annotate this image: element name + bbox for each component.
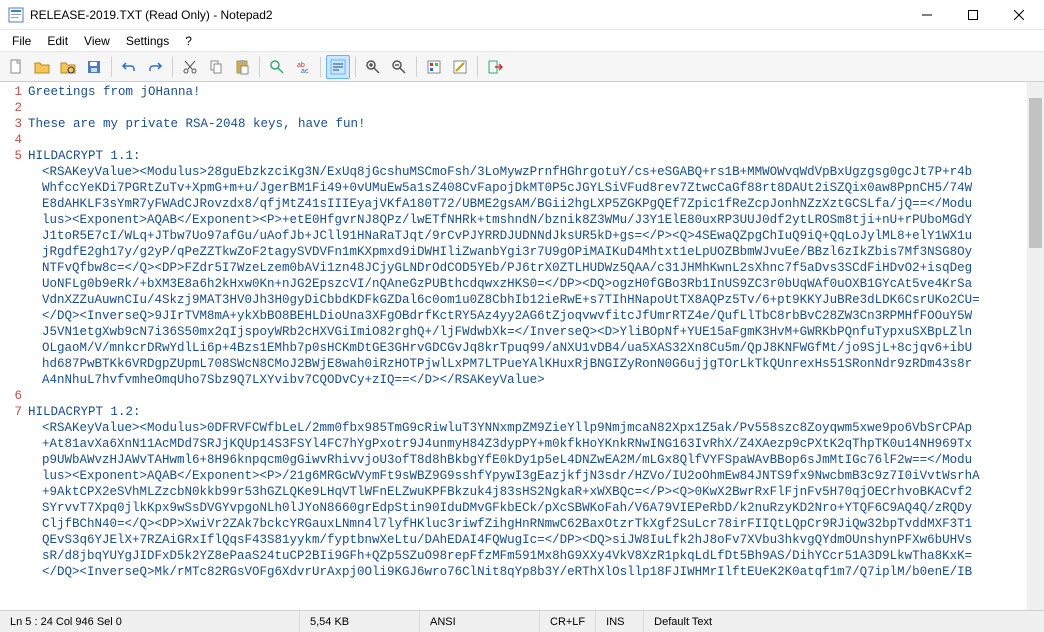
scheme-button[interactable] [422,55,446,79]
menu-file[interactable]: File [4,32,39,50]
status-overwrite[interactable]: INS [596,611,644,632]
separator [320,57,321,77]
text-line[interactable]: sR/d8jbqYUYgJIDFxD5k2YZ8ePaaS24tuCP2BIi9… [28,548,1044,564]
status-filesize: 5,54 KB [300,611,420,632]
replace-button[interactable]: abac [291,55,315,79]
text-line[interactable]: </DQ><InverseQ>Mk/rMTc82RGsVOFg6XdvrUrAx… [28,564,1044,580]
text-line[interactable]: QEvS3q6YJElX+7RZAiGRxIflQqsF43S81yykm/fy… [28,532,1044,548]
exit-button[interactable] [483,55,507,79]
text-line[interactable]: A4nNhuL7hvfvmheOmqUho7Sbz9Q7LXYvibv7CQOD… [28,372,1044,388]
text-line[interactable]: HILDACRYPT 1.1: [28,148,1044,164]
text-line[interactable]: +At81avXa6XnN11AcMDd7SRJjKQUp14S3FSYl4FC… [28,436,1044,452]
text-line[interactable]: VdnXZZuAuwnCIu/4Skzj9MAT3HV0Jh3H0gyDiCbb… [28,292,1044,308]
status-position[interactable]: Ln 5 : 24 Col 946 Sel 0 [0,611,300,632]
text-line[interactable]: Greetings from jOHanna! [28,84,1044,100]
line-number: 2 [0,100,28,116]
editor-area[interactable]: 12345 67 Greetings from jOHanna! These are… [0,82,1044,610]
text-line[interactable] [28,132,1044,148]
zoomout-button[interactable] [387,55,411,79]
find-button[interactable] [265,55,289,79]
text-line[interactable]: <RSAKeyValue><Modulus>28guEbzkzciKg3N/Ex… [28,164,1044,180]
separator [259,57,260,77]
undo-button[interactable] [117,55,141,79]
text-line[interactable]: HILDACRYPT 1.2: [28,404,1044,420]
open-file-button[interactable] [30,55,54,79]
text-line[interactable]: +9AktCPX2eSVhMLZzcbN0kkb99r53hGZLQKe9LHq… [28,484,1044,500]
text-line[interactable]: E8dAHKLF3sYmR7yFWAdCJRovzdx8/qfjMtZ41sII… [28,196,1044,212]
line-number: 4 [0,132,28,148]
zoomin-button[interactable] [361,55,385,79]
separator [355,57,356,77]
separator [416,57,417,77]
svg-text:ac: ac [301,68,309,75]
text-line[interactable]: J5VN1etgXwb9cN7i36S50mx2qIjspoyWRb2cHXVG… [28,324,1044,340]
close-button[interactable] [996,0,1042,29]
toolbar: abac [0,52,1044,82]
app-icon [8,7,24,23]
save-button[interactable] [82,55,106,79]
new-file-button[interactable] [4,55,28,79]
window-title: RELEASE-2019.TXT (Read Only) - Notepad2 [30,8,904,22]
line-number: 3 [0,116,28,132]
text-line[interactable]: CljfBChN40=</Q><DP>XwiVr2ZAk7bckcYRGauxL… [28,516,1044,532]
scroll-thumb[interactable] [1029,98,1042,248]
separator [111,57,112,77]
gutter: 12345 67 [0,82,28,610]
paste-button[interactable] [230,55,254,79]
window-controls [904,0,1042,29]
menu-settings[interactable]: Settings [118,32,177,50]
customize-button[interactable] [448,55,472,79]
menu-edit[interactable]: Edit [39,32,76,50]
text-line[interactable]: SYrvvT7Xpq0jlkKpx9wSsDVGYvpgoNLh0lJYoN86… [28,500,1044,516]
text-line[interactable]: lus><Exponent>AQAB</Exponent><P>/21g6MRG… [28,468,1044,484]
vertical-scrollbar[interactable] [1027,82,1044,610]
browse-button[interactable] [56,55,80,79]
text-line[interactable]: WhfccYeKDi7PGRtZuTv+XpmG+m+u/JgerBM1Fi49… [28,180,1044,196]
statusbar: Ln 5 : 24 Col 946 Sel 0 5,54 KB ANSI CR+… [0,610,1044,632]
line-number: 5 [0,148,28,164]
text-line[interactable]: <RSAKeyValue><Modulus>0DFRVFCWfbLeL/2mm0… [28,420,1044,436]
separator [477,57,478,77]
separator [172,57,173,77]
line-number: 1 [0,84,28,100]
text-content[interactable]: Greetings from jOHanna! These are my priv… [28,82,1044,610]
line-number: 7 [0,404,28,420]
maximize-button[interactable] [950,0,996,29]
text-line[interactable]: NTFvQfbw8c=</Q><DP>FZdr5I7WzeLzem0bAVi1z… [28,260,1044,276]
text-line[interactable]: These are my private RSA-2048 keys, have… [28,116,1044,132]
text-line[interactable]: UoNFLg0b9eRk/+bXM3E8a6h2kHxw0Kn+nJG2Epsz… [28,276,1044,292]
redo-button[interactable] [143,55,167,79]
status-encoding[interactable]: ANSI [420,611,540,632]
text-line[interactable]: p9UWbAWvzHJAWvTAHwml6+8H96knpqcm0gGiwvRh… [28,452,1044,468]
line-number: 6 [0,388,28,404]
copy-button[interactable] [204,55,228,79]
text-line[interactable] [28,388,1044,404]
menu-help[interactable]: ? [177,32,200,50]
text-line[interactable]: J1toR5E7cI/WLq+JTbw7Uo97afGu/uAofJb+JCll… [28,228,1044,244]
text-line[interactable]: lus><Exponent>AQAB</Exponent><P>+etE0Hfg… [28,212,1044,228]
text-line[interactable]: jRgdfE2gh17y/g2yP/qPeZZTkwZoF2tagySVDVFn… [28,244,1044,260]
status-scheme[interactable]: Default Text [644,611,1044,632]
text-line[interactable]: </DQ><InverseQ>9JIrTVM8mA+ykXbBO8BEHLDio… [28,308,1044,324]
titlebar: RELEASE-2019.TXT (Read Only) - Notepad2 [0,0,1044,30]
cut-button[interactable] [178,55,202,79]
menubar: File Edit View Settings ? [0,30,1044,52]
text-line[interactable]: OLgaoM/V/mnkcrDRwYdlLi6p+4Bzs1EMhb7p0sHC… [28,340,1044,356]
wordwrap-button[interactable] [326,55,350,79]
status-lineending[interactable]: CR+LF [540,611,596,632]
text-line[interactable] [28,100,1044,116]
text-line[interactable]: hd687PwBTKk6VRDgpZUpmL708SWcN8CMoJ2BWjE8… [28,356,1044,372]
menu-view[interactable]: View [76,32,118,50]
minimize-button[interactable] [904,0,950,29]
